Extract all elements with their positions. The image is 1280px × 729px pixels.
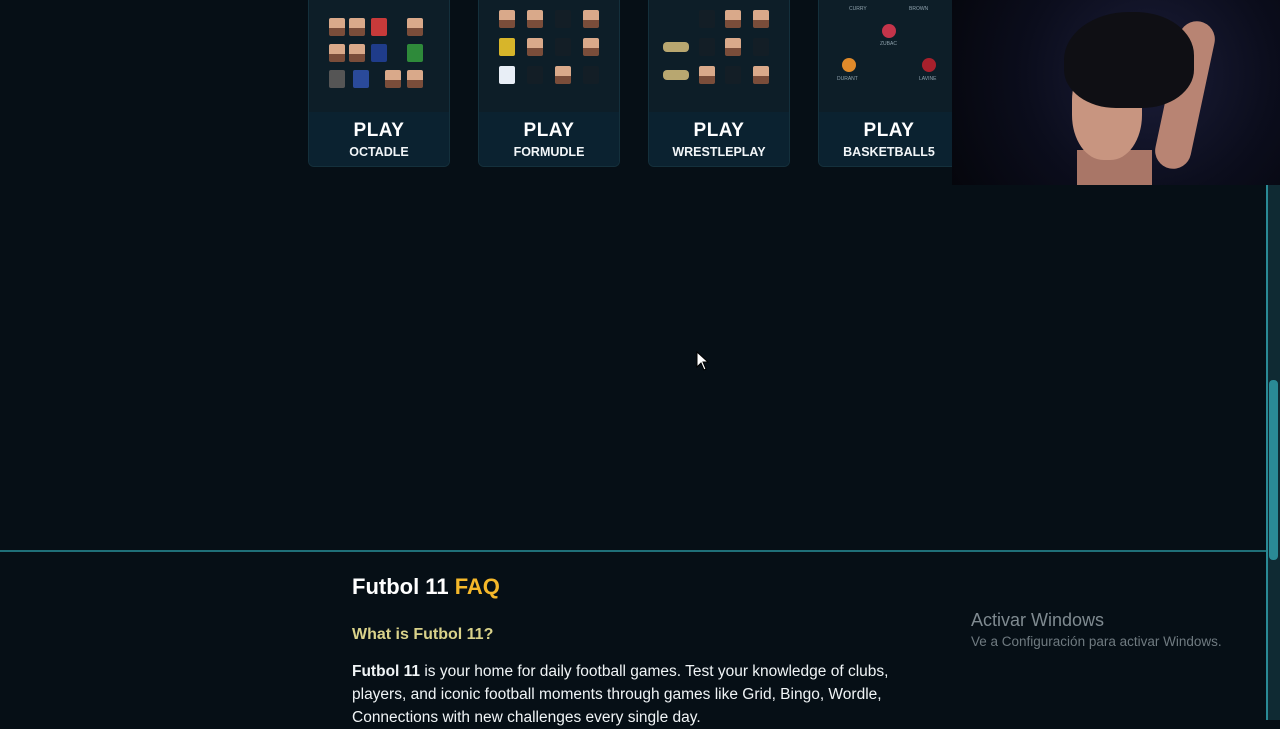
team-logo-icon	[882, 24, 896, 38]
windows-activation-title: Activar Windows	[971, 610, 1105, 630]
faq-answer: Futbol 11 is your home for daily footbal…	[352, 660, 927, 729]
player-label: CURRY	[849, 6, 867, 12]
game-thumbnail	[479, 0, 619, 112]
game-name: BASKETBALL5	[843, 145, 935, 159]
card-footer: PLAY OCTADLE	[309, 112, 449, 166]
game-thumbnail	[649, 0, 789, 112]
section-divider	[0, 550, 1266, 552]
card-footer: PLAY BASKETBALL5	[819, 112, 959, 166]
game-card-formudle[interactable]: PLAY FORMUDLE	[478, 0, 620, 167]
webcam-overlay	[952, 0, 1280, 185]
game-name: FORMUDLE	[513, 145, 585, 159]
player-label: BROWN	[909, 6, 929, 12]
play-label: PLAY	[693, 120, 745, 141]
scrollbar-thumb[interactable]	[1269, 380, 1278, 560]
game-name: WRESTLEPLAY	[672, 145, 766, 159]
player-label: DURANT	[837, 76, 858, 82]
faq-heading-accent: FAQ	[454, 574, 500, 599]
game-card-wrestleplay[interactable]: PLAY WRESTLEPLAY	[648, 0, 790, 167]
faq-answer-bold: Futbol 11	[352, 663, 421, 680]
card-footer: PLAY WRESTLEPLAY	[649, 112, 789, 166]
team-logo-icon	[842, 58, 856, 72]
play-label: PLAY	[353, 120, 405, 141]
player-label: LAVINE	[919, 76, 937, 82]
faq-heading: Futbol 11 FAQ	[352, 574, 500, 600]
play-label: PLAY	[523, 120, 575, 141]
windows-activation-subtitle: Ve a Configuración para activar Windows.	[971, 634, 1222, 649]
game-card-basketball5[interactable]: CURRY BROWN ZUBAC DURANT LAVINE PLAY BAS…	[818, 0, 960, 167]
game-card-octadle[interactable]: PLAY OCTADLE	[308, 0, 450, 167]
mouse-cursor-icon	[696, 351, 710, 371]
scrollbar-edge	[1266, 185, 1268, 720]
faq-question: What is Futbol 11?	[352, 626, 494, 643]
game-name: OCTADLE	[349, 145, 409, 159]
play-label: PLAY	[863, 120, 915, 141]
game-thumbnail	[309, 0, 449, 112]
faq-heading-main: Futbol 11	[352, 574, 449, 599]
player-label: ZUBAC	[880, 41, 897, 47]
game-thumbnail: CURRY BROWN ZUBAC DURANT LAVINE	[819, 0, 959, 112]
team-logo-icon	[922, 58, 936, 72]
card-footer: PLAY FORMUDLE	[479, 112, 619, 166]
faq-answer-text: is your home for daily football games. T…	[352, 663, 889, 726]
